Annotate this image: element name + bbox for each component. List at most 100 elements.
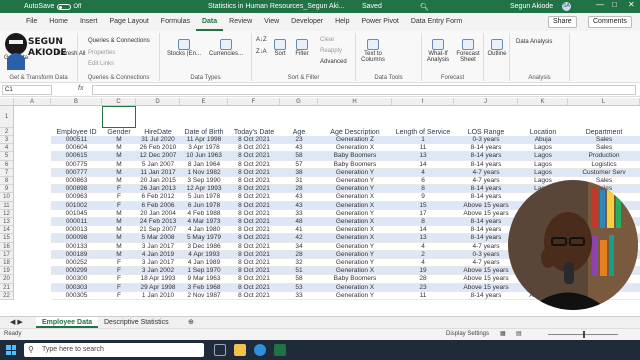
column-header-e[interactable]: E (180, 98, 228, 106)
table-cell[interactable]: 9 (392, 193, 454, 202)
row-header-5[interactable]: 5 (0, 152, 14, 161)
table-cell[interactable]: Generation X (318, 267, 392, 276)
table-cell[interactable]: F (102, 202, 136, 210)
table-cell[interactable]: 8 Oct 2021 (228, 226, 280, 235)
tab-developer[interactable]: Developer (285, 13, 329, 31)
table-cell[interactable]: 26 Jan 2013 (136, 185, 180, 194)
table-cell[interactable]: 000252 (51, 259, 102, 268)
table-cell[interactable]: 12 Dec 2007 (136, 152, 180, 161)
tab-help[interactable]: Help (329, 13, 355, 31)
table-cell[interactable]: Above 15 years (454, 210, 518, 218)
table-cell[interactable]: 21 Sep 2007 (136, 226, 180, 235)
table-cell[interactable]: 58 (280, 275, 318, 284)
table-cell[interactable]: F (102, 193, 136, 202)
file-explorer-icon[interactable] (234, 344, 246, 356)
table-cell[interactable]: 8 Oct 2021 (228, 210, 280, 218)
table-cell[interactable]: 000615 (51, 152, 102, 161)
table-cell[interactable]: 43 (280, 202, 318, 210)
table-cell[interactable]: Generation X (318, 202, 392, 210)
table-cell[interactable]: 000511 (51, 136, 102, 145)
data-analysis-button[interactable]: Data Analysis (516, 39, 552, 45)
autosave-toggle[interactable] (57, 3, 72, 10)
row-header-21[interactable]: 21 (0, 283, 14, 292)
table-cell[interactable]: 8 Oct 2021 (228, 136, 280, 145)
table-cell[interactable]: 4-7 years (454, 177, 518, 186)
table-cell[interactable]: 8 Jan 1964 (180, 161, 228, 169)
page-layout-view-icon[interactable]: ▤ (516, 330, 522, 337)
table-cell[interactable]: 8 Oct 2021 (228, 234, 280, 243)
table-cell[interactable]: 8 Oct 2021 (228, 169, 280, 177)
table-cell[interactable]: Generation Y (318, 185, 392, 194)
table-cell[interactable]: 33 (280, 210, 318, 218)
active-cell-c1[interactable] (102, 106, 136, 128)
table-cell[interactable]: M (102, 210, 136, 218)
table-cell[interactable]: M (102, 243, 136, 251)
sort-az-icon[interactable]: A↓Z (256, 37, 267, 43)
table-cell[interactable]: 8 Oct 2021 (228, 284, 280, 292)
table-cell[interactable]: Generation Y (318, 243, 392, 251)
table-cell[interactable]: 8-14 years (454, 144, 518, 153)
table-cell[interactable]: 43 (280, 144, 318, 153)
table-cell[interactable]: 13 (392, 152, 454, 161)
table-cell[interactable]: 4 (392, 169, 454, 177)
sheet-tab-employee-data[interactable]: Employee Data (36, 317, 99, 328)
currencies-button[interactable]: Currencies... (206, 39, 246, 57)
table-cell[interactable]: 8 Oct 2021 (228, 161, 280, 169)
table-cell[interactable]: 000098 (51, 234, 102, 243)
tab-review[interactable]: Review (223, 13, 258, 31)
properties-button[interactable]: Properties (88, 50, 115, 56)
row-header-14[interactable]: 14 (0, 226, 14, 235)
search-icon[interactable]: 🔍︎ (420, 3, 429, 11)
table-cell[interactable]: 4 Apr 1993 (180, 251, 228, 259)
table-cell[interactable]: 8-14 years (454, 185, 518, 194)
table-cell[interactable]: 3 Jan 2017 (136, 259, 180, 268)
table-cell[interactable]: Baby Boomers (318, 152, 392, 161)
task-view-icon[interactable] (214, 344, 226, 356)
table-cell[interactable]: 001045 (51, 210, 102, 218)
row-header-6[interactable]: 6 (0, 160, 14, 169)
table-cell[interactable]: 000777 (51, 169, 102, 177)
sheet-nav-icon[interactable]: ◀ ▶ (4, 317, 29, 328)
column-header-i[interactable]: I (392, 98, 454, 106)
table-cell[interactable]: 000604 (51, 144, 102, 153)
table-cell[interactable]: Lagos (518, 152, 568, 161)
excel-app-icon[interactable] (274, 344, 286, 356)
table-cell[interactable]: 000898 (51, 185, 102, 194)
table-cell[interactable]: M (102, 226, 136, 235)
display-settings-button[interactable]: Display Settings (446, 331, 489, 337)
table-cell[interactable]: 8 Oct 2021 (228, 259, 280, 268)
table-cell[interactable]: 11 (392, 144, 454, 153)
table-cell[interactable]: 8-14 years (454, 292, 518, 300)
table-cell[interactable]: Generation Y (318, 169, 392, 177)
advanced-button[interactable]: Advanced (320, 59, 347, 65)
table-cell[interactable]: Lagos (518, 169, 568, 177)
table-cell[interactable]: 3 Jan 2002 (136, 267, 180, 276)
sheet-tab-descriptive-statistics[interactable]: Descriptive Statistics (98, 317, 175, 328)
row-header-17[interactable]: 17 (0, 250, 14, 259)
table-cell[interactable]: 28 (392, 275, 454, 284)
column-header-b[interactable]: B (51, 98, 102, 106)
minimize-icon[interactable]: — (596, 0, 604, 9)
table-cell[interactable]: 001002 (51, 202, 102, 210)
table-cell[interactable]: M (102, 136, 136, 145)
table-cell[interactable]: 5 Jan 2007 (136, 161, 180, 169)
table-cell[interactable]: 20 Jan 2015 (136, 177, 180, 186)
table-cell[interactable]: 20 Jan 2004 (136, 210, 180, 218)
table-cell[interactable]: 8 Oct 2021 (228, 193, 280, 202)
table-cell[interactable]: 31 (280, 177, 318, 186)
filter-button[interactable]: Filter (292, 39, 312, 57)
tab-power-pivot[interactable]: Power Pivot (356, 13, 405, 31)
table-cell[interactable]: M (102, 177, 136, 186)
table-cell[interactable]: 26 Feb 2010 (136, 144, 180, 153)
table-cell[interactable]: 19 (392, 267, 454, 276)
text-to-columns-button[interactable]: Text to Columns (360, 39, 386, 63)
table-cell[interactable]: Lagos (518, 161, 568, 169)
table-cell[interactable]: 8 (392, 218, 454, 227)
table-cell[interactable]: 53 (280, 284, 318, 292)
table-cell[interactable]: 1 Sep 1970 (180, 267, 228, 276)
row-header-19[interactable]: 19 (0, 267, 14, 276)
table-cell[interactable]: Baby Boomers (318, 161, 392, 169)
tab-data-entry-form[interactable]: Data Entry Form (405, 13, 468, 31)
table-cell[interactable]: 5 May 1979 (180, 234, 228, 243)
table-cell[interactable]: 8 Oct 2021 (228, 185, 280, 194)
